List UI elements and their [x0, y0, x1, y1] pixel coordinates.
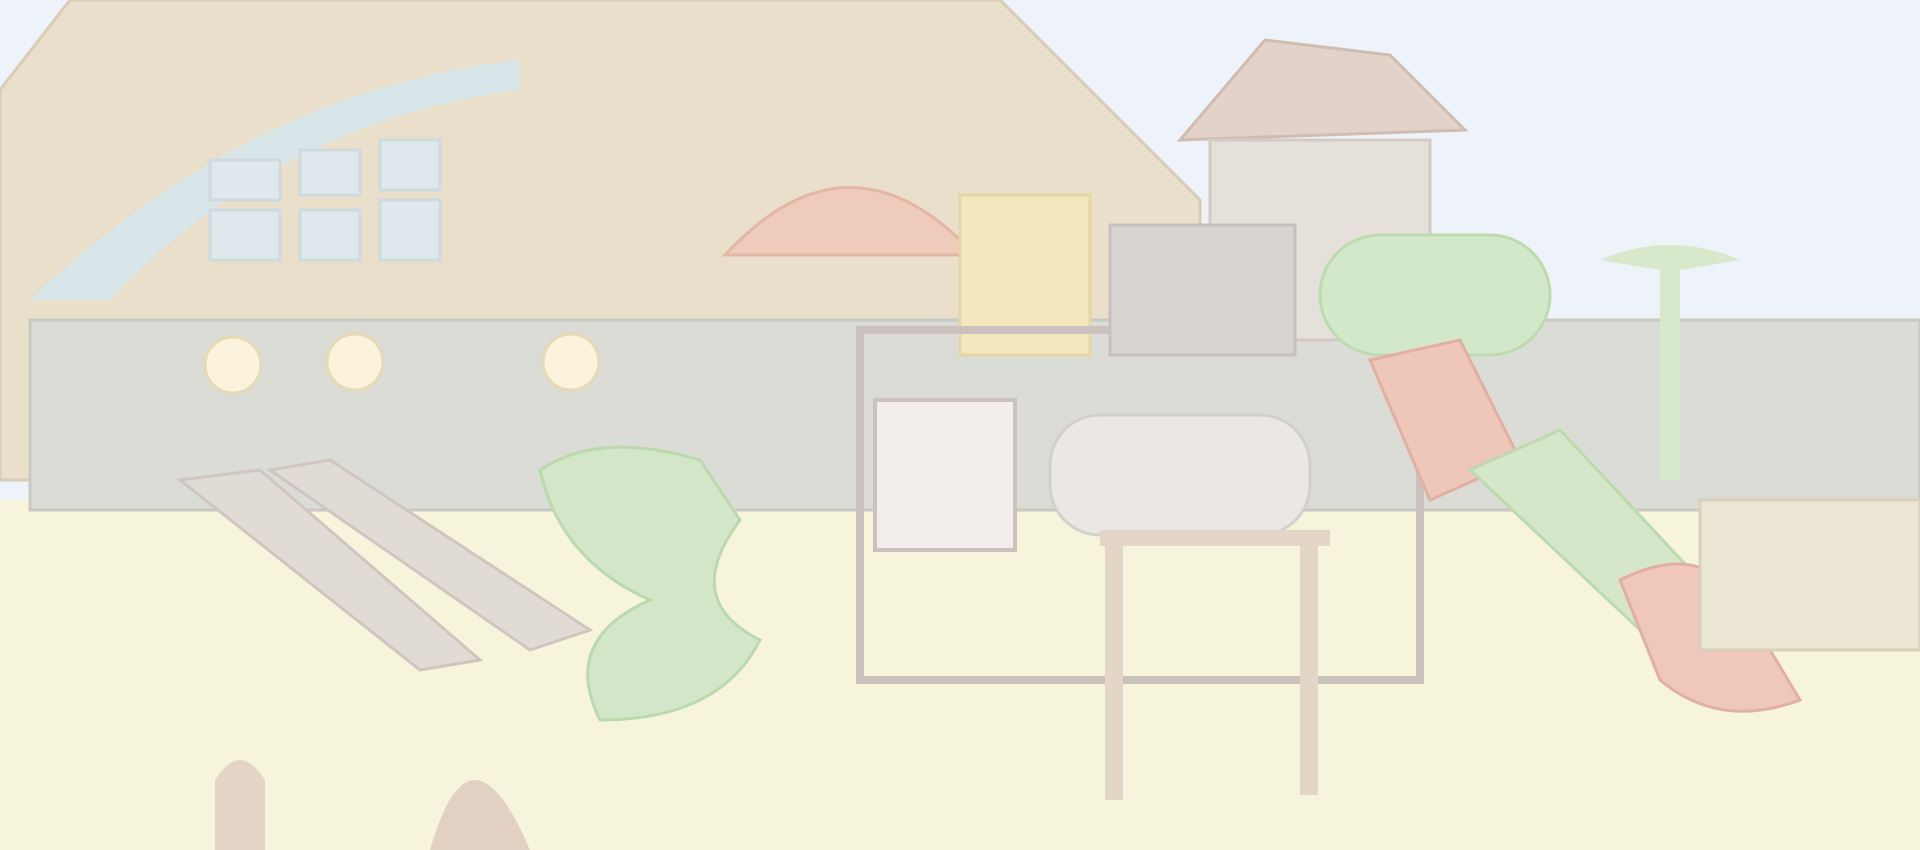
wooden-post-right: [1300, 540, 1318, 795]
tic-tac-toe-panel: [873, 398, 1017, 552]
playground-background-image: [0, 0, 1920, 850]
wooden-bar: [1100, 530, 1330, 546]
wooden-wheel-left: [215, 760, 265, 850]
climbing-net: [1108, 223, 1297, 357]
right-slide-stripe: [1698, 498, 1920, 652]
crawl-tunnel: [1048, 413, 1312, 537]
green-tube: [1318, 233, 1552, 357]
wooden-post-left: [1105, 540, 1123, 800]
